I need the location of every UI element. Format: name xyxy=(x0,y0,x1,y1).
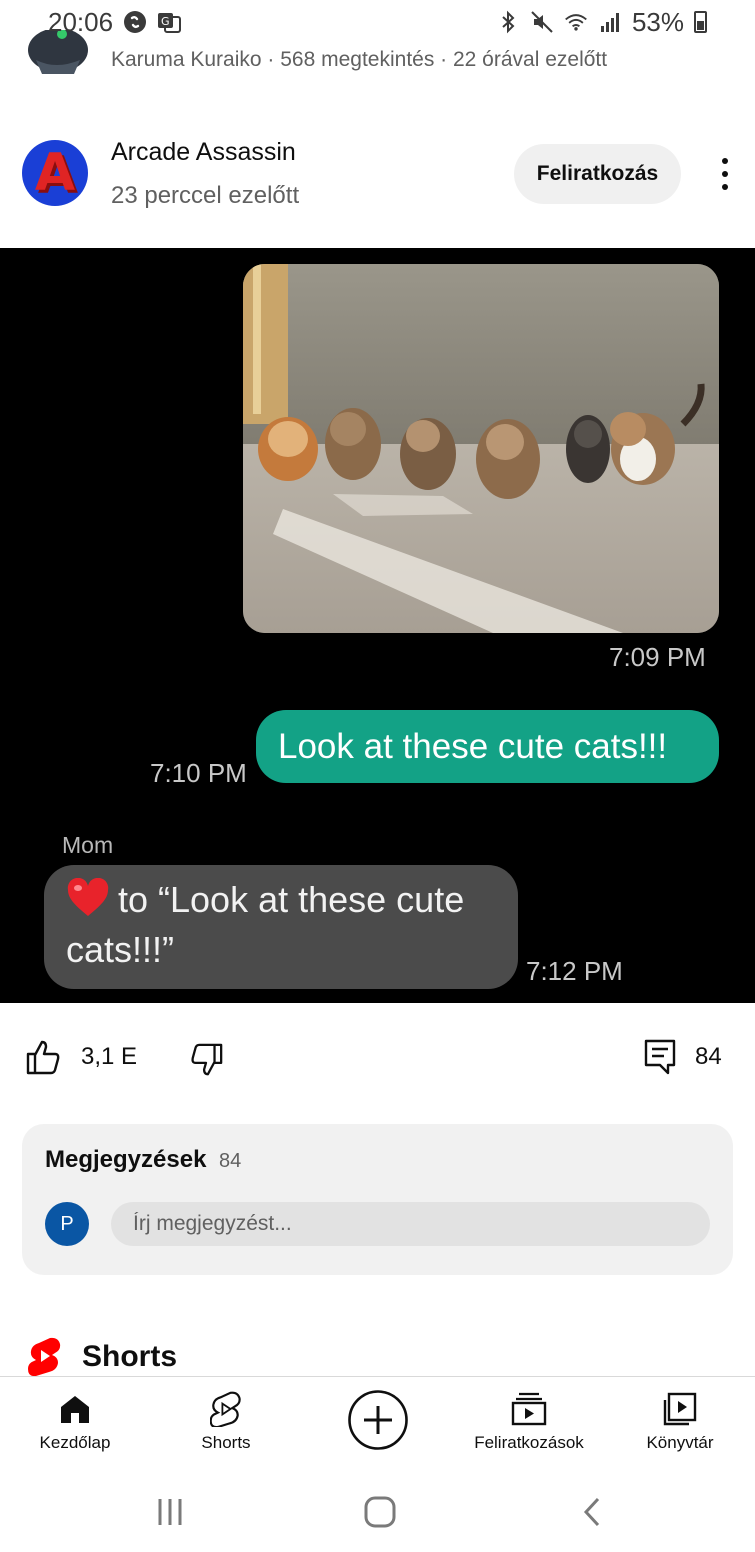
comment-count: 84 xyxy=(695,1043,722,1070)
translate-icon: G xyxy=(157,10,182,34)
post-header: A Arcade Assassin 23 perccel ezelőtt Fel… xyxy=(0,128,755,228)
library-icon xyxy=(662,1391,698,1427)
dislike-button[interactable] xyxy=(188,1042,224,1078)
shazam-icon xyxy=(123,10,147,34)
sent-message-bubble: Look at these cute cats!!! xyxy=(256,710,719,783)
comments-button[interactable]: 84 xyxy=(643,1038,722,1076)
battery-percent: 53% xyxy=(631,6,684,37)
comments-count: 84 xyxy=(219,1150,242,1172)
nav-shorts-label: Shorts xyxy=(201,1433,251,1452)
bottom-nav: Kezdőlap Shorts Feliratkozások Könyvtár xyxy=(0,1376,755,1472)
nav-home-label: Kezdőlap xyxy=(39,1433,111,1452)
comments-card[interactable]: Megjegyzések 84 P xyxy=(22,1124,733,1275)
status-bar-left: 20:06 G xyxy=(48,6,182,38)
like-button[interactable]: 3,1 E xyxy=(25,1038,137,1076)
recent-apps-icon[interactable] xyxy=(150,1494,190,1530)
comment-input[interactable] xyxy=(111,1202,710,1246)
app-screen: 20:06 G 53% Karuma Kuraiko · 568 megteki… xyxy=(0,0,755,1552)
photo-timestamp: 7:09 PM xyxy=(609,642,706,672)
nav-subscriptions-label: Feliratkozások xyxy=(474,1433,584,1452)
back-icon[interactable] xyxy=(572,1494,612,1530)
thumbs-down-icon xyxy=(191,1043,223,1076)
cats-photo xyxy=(243,264,719,633)
nav-create[interactable] xyxy=(340,1377,416,1473)
clock: 20:06 xyxy=(48,6,114,37)
reaction-timestamp: 7:12 PM xyxy=(526,956,623,986)
user-avatar: P xyxy=(45,1202,89,1246)
heart-icon xyxy=(66,877,110,918)
more-options-icon[interactable] xyxy=(710,152,740,196)
reaction-text-line1: to “Look at these cute xyxy=(118,879,465,920)
nav-home[interactable]: Kezdőlap xyxy=(20,1377,130,1473)
mute-icon xyxy=(530,10,554,34)
reaction-text-line2: cats!!!” xyxy=(66,929,175,970)
like-count: 3,1 E xyxy=(81,1043,138,1070)
svg-text:G: G xyxy=(161,15,170,28)
comment-icon xyxy=(644,1039,676,1075)
shorts-title: Shorts xyxy=(82,1340,178,1373)
home-system-icon[interactable] xyxy=(360,1494,400,1530)
post-time: 23 perccel ezelőtt xyxy=(111,182,300,209)
nav-library[interactable]: Könyvtár xyxy=(630,1377,730,1473)
subscribe-button[interactable]: Feliratkozás xyxy=(514,144,681,204)
comments-title: Megjegyzések xyxy=(45,1146,207,1173)
shorts-logo-icon xyxy=(28,1336,62,1377)
post-image[interactable]: 7:09 PM 7:10 PM Look at these cute cats!… xyxy=(0,248,755,1003)
nav-library-label: Könyvtár xyxy=(646,1433,714,1452)
system-nav-bar xyxy=(0,1472,755,1552)
reaction-message-bubble: to “Look at these cute cats!!!” xyxy=(44,865,518,989)
signal-icon xyxy=(598,10,622,34)
thumbs-up-icon xyxy=(26,1040,60,1075)
shorts-icon xyxy=(208,1391,244,1427)
channel-avatar[interactable]: A xyxy=(22,140,88,206)
wifi-icon xyxy=(564,10,588,34)
create-plus-icon xyxy=(347,1389,409,1451)
channel-name[interactable]: Arcade Assassin xyxy=(111,138,296,167)
status-bar: 20:06 G 53% xyxy=(0,0,755,44)
status-bar-right: 53% xyxy=(496,7,707,38)
sent-timestamp: 7:10 PM xyxy=(150,758,247,788)
nav-subscriptions[interactable]: Feliratkozások xyxy=(460,1377,598,1473)
battery-icon xyxy=(694,11,707,33)
sender-name: Mom xyxy=(62,832,114,858)
nav-shorts[interactable]: Shorts xyxy=(171,1377,281,1473)
bluetooth-icon xyxy=(496,10,520,34)
previous-video-meta: Karuma Kuraiko · 568 megtekintés · 22 ór… xyxy=(111,48,608,71)
channel-avatar-letter: A xyxy=(34,143,76,203)
shorts-section-header: Shorts xyxy=(0,1330,755,1378)
subscriptions-icon xyxy=(511,1391,547,1427)
action-row: 3,1 E 84 xyxy=(0,1030,755,1090)
home-icon xyxy=(57,1391,93,1427)
